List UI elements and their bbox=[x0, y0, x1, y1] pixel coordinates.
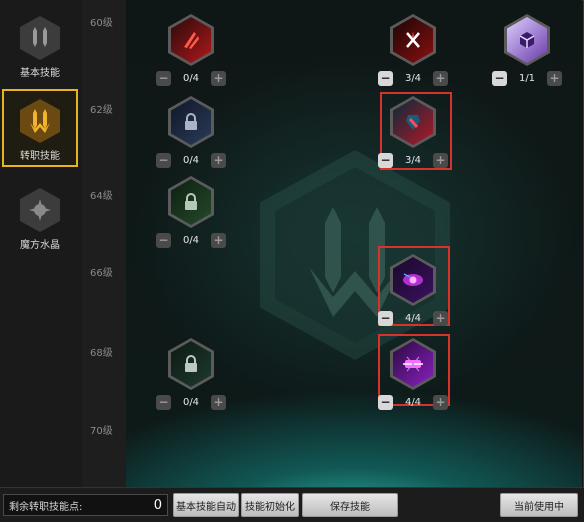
increase-button[interactable]: + bbox=[433, 70, 448, 86]
decrease-button[interactable]: − bbox=[156, 232, 171, 248]
skill-level-count: 4/4 bbox=[404, 312, 422, 324]
tab-label: 魔方水晶 bbox=[20, 240, 60, 251]
increase-button[interactable]: + bbox=[211, 70, 226, 86]
skill-node-locked[interactable]: −0/4 + bbox=[156, 96, 226, 176]
increase-button[interactable]: + bbox=[433, 152, 448, 168]
skill-category-tabs: 基本技能 转职技能 魔方水晶 bbox=[0, 0, 83, 487]
decrease-button[interactable]: − bbox=[156, 70, 171, 86]
skill-level-count: 3/4 bbox=[404, 72, 422, 84]
decrease-button[interactable]: − bbox=[378, 310, 393, 326]
skill-node[interactable]: −0/4 + bbox=[156, 14, 226, 94]
skill-level-count: 0/4 bbox=[182, 234, 200, 246]
increase-button[interactable]: + bbox=[211, 232, 226, 248]
skill-node[interactable]: −4/4 + bbox=[378, 254, 448, 334]
skill-level-count: 0/4 bbox=[182, 72, 200, 84]
skill-node[interactable]: −3/4 + bbox=[378, 96, 448, 176]
level-label: 70级 bbox=[90, 426, 113, 437]
bottom-bar: 剩余转职技能点: 0 基本技能自动 技能初始化 保存技能 当前使用中 bbox=[0, 487, 584, 522]
decrease-button[interactable]: − bbox=[378, 152, 393, 168]
increase-button[interactable]: + bbox=[433, 394, 448, 410]
remaining-points-label: 剩余转职技能点: bbox=[9, 501, 83, 513]
decrease-button[interactable]: − bbox=[378, 70, 393, 86]
golden-swords-icon bbox=[20, 99, 60, 143]
crystal-icon bbox=[20, 188, 60, 232]
tab-basic-skills[interactable]: 基本技能 bbox=[2, 8, 78, 86]
skill-level-count: 0/4 bbox=[182, 396, 200, 408]
tab-cube-crystal[interactable]: 魔方水晶 bbox=[2, 180, 78, 258]
skill-level-count: 1/1 bbox=[518, 72, 536, 84]
twin-swords-icon bbox=[20, 16, 60, 60]
level-label: 68级 bbox=[90, 348, 113, 359]
auto-basic-skills-button[interactable]: 基本技能自动 bbox=[173, 493, 239, 517]
current-in-use-button[interactable]: 当前使用中 bbox=[500, 493, 578, 517]
level-label: 64级 bbox=[90, 191, 113, 202]
skill-level-count: 3/4 bbox=[404, 154, 422, 166]
increase-button[interactable]: + bbox=[547, 70, 562, 86]
skill-node[interactable]: −3/4 + bbox=[378, 14, 448, 94]
level-label: 66级 bbox=[90, 268, 113, 279]
decrease-button[interactable]: − bbox=[492, 70, 507, 86]
increase-button[interactable]: + bbox=[211, 152, 226, 168]
decrease-button[interactable]: − bbox=[156, 394, 171, 410]
skill-node[interactable]: −1/1 + bbox=[492, 14, 562, 94]
skill-level-count: 0/4 bbox=[182, 154, 200, 166]
skill-node-locked[interactable]: −0/4 + bbox=[156, 338, 226, 418]
increase-button[interactable]: + bbox=[211, 394, 226, 410]
level-label: 62级 bbox=[90, 105, 113, 116]
skill-level-count: 4/4 bbox=[404, 396, 422, 408]
skill-node[interactable]: −4/4 + bbox=[378, 338, 448, 418]
decrease-button[interactable]: − bbox=[378, 394, 393, 410]
remaining-points-field: 剩余转职技能点: 0 bbox=[3, 494, 168, 516]
tab-label: 转职技能 bbox=[20, 151, 60, 162]
tab-advanced-skills[interactable]: 转职技能 bbox=[2, 89, 78, 167]
tab-label: 基本技能 bbox=[20, 68, 60, 79]
level-label: 60级 bbox=[90, 18, 113, 29]
skill-node-locked[interactable]: −0/4 + bbox=[156, 176, 226, 256]
decrease-button[interactable]: − bbox=[156, 152, 171, 168]
remaining-points-value: 0 bbox=[153, 497, 162, 513]
skill-tree-panel: −0/4 + −3/4 + −1/1 + −0/4 + −3/4 + − 0/4… bbox=[126, 0, 582, 487]
save-skills-button[interactable]: 保存技能 bbox=[302, 493, 398, 517]
reset-skills-button[interactable]: 技能初始化 bbox=[241, 493, 299, 517]
level-column: 60级 62级 64级 66级 68级 70级 bbox=[82, 0, 126, 487]
increase-button[interactable]: + bbox=[433, 310, 448, 326]
